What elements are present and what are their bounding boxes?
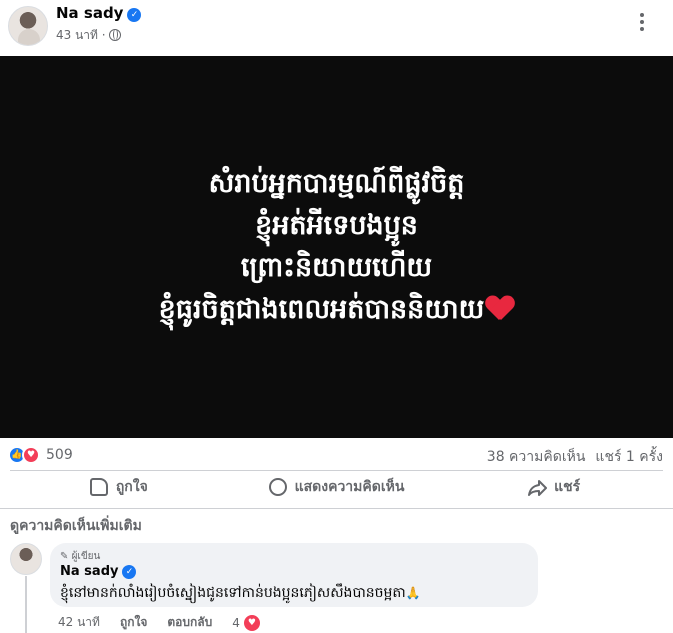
media-text-line-last: ខ្ញុំធូរចិត្តជាងពេលអត់បាននិយាយ <box>159 289 515 331</box>
post-time[interactable]: 43 นาที <box>56 28 98 42</box>
comment-bubble: ✎ ผู้เขียน Na sady ✓ ខ្ញុំនៅមានក់លាំងរៀបច… <box>50 543 538 607</box>
comment-author-row: Na sady ✓ <box>60 564 137 579</box>
heart-emoji-icon <box>486 296 514 322</box>
love-reaction-icon: ♥ <box>243 614 260 631</box>
share-arrow-icon <box>528 479 548 496</box>
comment-reactions[interactable]: 4 ♥ <box>232 614 260 631</box>
comment-like-button[interactable]: ถูกใจ <box>120 613 147 632</box>
author-name[interactable]: Na sady <box>56 4 123 22</box>
comment-text: ខ្ញុំនៅមានក់លាំងរៀបចំស្នៀងជូនទៅកាន់បងប្អ… <box>60 585 406 601</box>
globe-icon <box>108 29 121 41</box>
post-meta: 43 นาที · <box>56 26 121 45</box>
comment-label: แสดงความคิดเห็น <box>294 479 405 495</box>
share-count-link[interactable]: แชร์ 1 ครั้ง <box>595 449 663 465</box>
praying-hands-icon: 🙏 <box>405 586 421 600</box>
post-media[interactable]: សំរាប់អ្នកបារម្មណ៍ពីផ្លូវចិត្ត ខ្ញុំអត់អ… <box>0 56 673 438</box>
media-text: ខ្ញុំធូរចិត្តជាងពេលអត់បាននិយាយ <box>158 294 485 325</box>
reaction-summary[interactable]: 👍 ♥ 509 <box>8 445 73 465</box>
comment-actions: 42 นาที ถูกใจ ตอบกลับ 4 ♥ <box>58 613 260 632</box>
comment-text-row: ខ្ញុំនៅមានក់លាំងរៀបចំស្នៀងជូនទៅកាន់បងប្អ… <box>60 583 421 604</box>
author-avatar[interactable] <box>8 6 48 46</box>
media-text-line: ព្រោះនិយាយហើយ <box>240 252 433 283</box>
author-badge-label: ผู้เขียน <box>71 551 101 562</box>
share-label: แชร์ <box>554 479 581 495</box>
comment-bubble-icon <box>268 478 287 496</box>
share-button[interactable]: แชร์ <box>445 472 663 502</box>
comment-author[interactable]: Na sady <box>60 564 118 579</box>
media-text-line: ខ្ញុំអត់អីទេបងប្អូន <box>255 210 418 241</box>
comment-count-link[interactable]: 38 ความคิดเห็น <box>487 449 586 465</box>
thumbs-up-icon <box>89 478 108 496</box>
love-reaction-icon: ♥ <box>22 446 40 464</box>
more-options-icon[interactable] <box>630 10 654 34</box>
like-label: ถูกใจ <box>115 479 148 495</box>
comment-reaction-count: 4 <box>232 615 240 630</box>
commenter-avatar[interactable] <box>10 543 42 575</box>
media-text-line: សំរាប់អ្នកបារម្មណ៍ពីផ្លូវចិត្ត <box>208 168 465 199</box>
post-stats: 38 ความคิดเห็น แชร์ 1 ครั้ง <box>487 446 663 468</box>
like-button[interactable]: ถูกใจ <box>10 472 228 502</box>
divider <box>10 470 663 471</box>
comment-reply-button[interactable]: ตอบกลับ <box>167 613 212 632</box>
post-header: Na sady ✓ 43 นาที · <box>0 0 673 56</box>
author-badge: ✎ ผู้เขียน <box>60 551 101 562</box>
comment-time[interactable]: 42 นาที <box>58 613 100 632</box>
author-name-row: Na sady ✓ <box>56 4 142 22</box>
thread-line <box>25 576 27 633</box>
reaction-count: 509 <box>46 447 73 463</box>
comment-button[interactable]: แสดงความคิดเห็น <box>228 472 446 502</box>
divider <box>0 508 673 509</box>
verified-badge-icon: ✓ <box>127 8 142 22</box>
verified-badge-icon: ✓ <box>122 565 137 579</box>
view-more-comments-link[interactable]: ดูความคิดเห็นเพิ่มเติม <box>10 515 142 537</box>
post-action-bar: ถูกใจ แสดงความคิดเห็น แชร์ <box>10 472 663 502</box>
